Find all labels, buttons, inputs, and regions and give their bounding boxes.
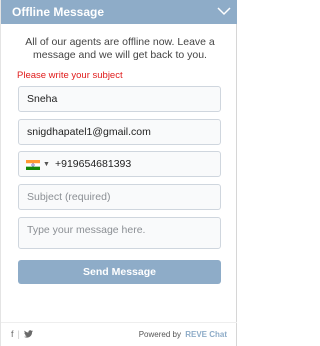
message-field[interactable] [18,217,221,249]
name-field[interactable] [18,86,221,112]
divider: | [17,329,20,339]
send-message-button[interactable]: Send Message [18,260,221,284]
social-links: f | [11,329,33,340]
twitter-icon[interactable] [23,329,33,340]
powered-by-label: Powered by [138,330,181,339]
validation-error: Please write your subject [17,70,123,81]
chevron-down-icon[interactable] [216,3,232,19]
phone-input[interactable] [55,153,215,175]
facebook-icon[interactable]: f [11,329,14,340]
widget-header[interactable]: Offline Message [1,0,237,24]
phone-field[interactable]: ▼ [18,151,221,177]
header-title: Offline Message [12,5,105,19]
india-flag-icon[interactable] [26,160,40,170]
offline-message-widget: Offline Message All of our agents are of… [0,0,237,346]
brand-link[interactable]: REVE Chat [185,330,227,339]
email-field[interactable] [18,119,221,145]
widget-footer: f | Powered by REVE Chat [1,322,237,346]
subject-field[interactable] [18,184,221,210]
caret-down-icon[interactable]: ▼ [43,161,50,169]
powered-by: Powered by REVE Chat [139,330,227,340]
offline-notice: All of our agents are offline now. Leave… [25,36,215,61]
